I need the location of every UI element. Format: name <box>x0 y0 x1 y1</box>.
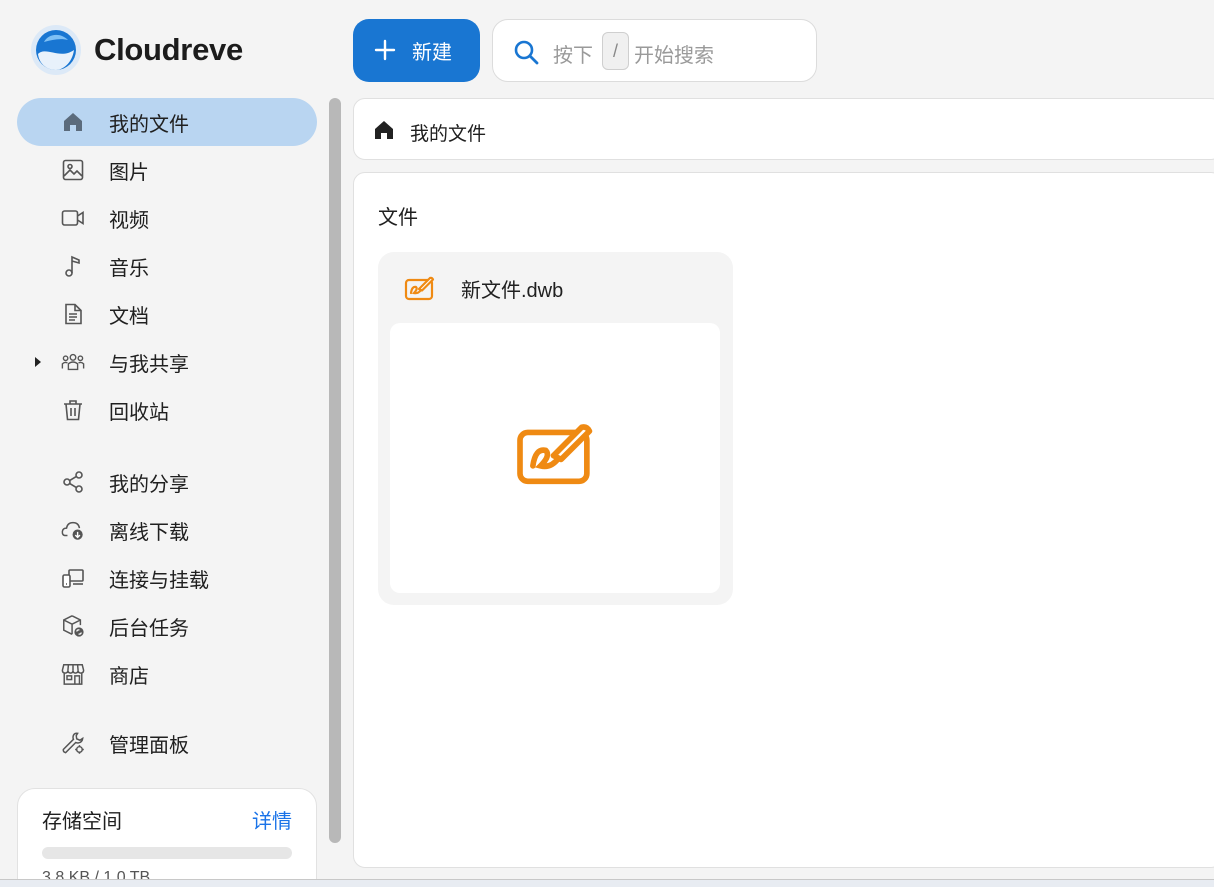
store-icon <box>61 662 85 686</box>
devices-icon <box>61 566 85 590</box>
sidebar-item-label: 视频 <box>109 209 149 232</box>
sidebar-item-label: 连接与挂载 <box>109 569 209 592</box>
sidebar-item-connect-mount[interactable]: 连接与挂载 <box>17 554 317 602</box>
search-shortcut-key: / <box>602 32 629 70</box>
sidebar-item-background-tasks[interactable]: 后台任务 <box>17 602 317 650</box>
sidebar-item-shared-with-me[interactable]: 与我共享 <box>17 338 317 386</box>
sidebar-item-label: 商店 <box>109 665 149 688</box>
app-logo[interactable]: Cloudreve <box>30 24 243 76</box>
sidebar-item-my-files[interactable]: 我的文件 <box>17 98 317 146</box>
sidebar-item-recycle-bin[interactable]: 回收站 <box>17 386 317 434</box>
image-icon <box>61 158 85 182</box>
home-icon <box>61 110 85 134</box>
search-hint-prefix: 按下 <box>553 45 593 67</box>
sidebar-item-offline-download[interactable]: 离线下载 <box>17 506 317 554</box>
sidebar-item-label: 离线下载 <box>109 521 189 544</box>
sidebar-item-label: 文档 <box>109 305 149 328</box>
sidebar-item-label: 图片 <box>109 161 149 184</box>
search-icon <box>514 40 539 65</box>
storage-details-link[interactable]: 详情 <box>252 805 292 834</box>
expand-caret-icon[interactable] <box>35 357 41 367</box>
sidebar-scrollbar[interactable] <box>329 98 341 843</box>
sidebar: 我的文件 图片 视频 音乐 文档 与我共享 回收站 我的分享 离线下载 连接与挂… <box>0 96 340 887</box>
music-icon <box>61 254 85 278</box>
file-name: 新文件.dwb <box>461 280 564 302</box>
document-icon <box>61 302 85 326</box>
sidebar-item-label: 音乐 <box>109 257 149 280</box>
video-icon <box>61 206 85 230</box>
app-name: Cloudreve <box>94 32 243 67</box>
cloudreve-logo-icon <box>31 25 81 75</box>
sidebar-item-label: 管理面板 <box>109 734 189 757</box>
sidebar-item-store[interactable]: 商店 <box>17 650 317 698</box>
breadcrumb: 我的文件 <box>353 98 1214 160</box>
wrench-icon <box>61 731 85 755</box>
sidebar-item-documents[interactable]: 文档 <box>17 290 317 338</box>
whiteboard-icon <box>517 424 593 485</box>
file-card[interactable]: 新文件.dwb <box>378 252 733 605</box>
people-icon <box>61 350 85 374</box>
sidebar-item-images[interactable]: 图片 <box>17 146 317 194</box>
section-title-files: 文件 <box>378 207 418 229</box>
search-hint-suffix: 开始搜索 <box>634 45 714 67</box>
search-box[interactable]: 按下 / 开始搜索 <box>492 19 817 82</box>
storage-progress-bar <box>42 847 292 859</box>
sidebar-item-label: 回收站 <box>109 401 169 424</box>
storage-card: 存储空间 详情 3.8 KB / 1.0 TB <box>17 788 317 887</box>
sidebar-item-music[interactable]: 音乐 <box>17 242 317 290</box>
sidebar-item-admin-panel[interactable]: 管理面板 <box>17 719 317 767</box>
cloud-download-icon <box>61 518 85 542</box>
plus-icon <box>374 39 396 61</box>
sidebar-item-my-shares[interactable]: 我的分享 <box>17 458 317 506</box>
storage-title: 存储空间 <box>42 811 122 833</box>
sidebar-item-label: 我的文件 <box>109 113 189 136</box>
home-icon[interactable] <box>372 118 396 142</box>
new-button[interactable]: 新建 <box>353 19 480 82</box>
window-bottom-edge <box>0 879 1214 887</box>
whiteboard-icon <box>404 276 435 301</box>
new-button-label: 新建 <box>412 42 452 64</box>
file-thumbnail <box>390 323 720 593</box>
share-icon <box>61 470 85 494</box>
sidebar-item-videos[interactable]: 视频 <box>17 194 317 242</box>
sidebar-item-label: 后台任务 <box>109 617 189 640</box>
breadcrumb-item-my-files[interactable]: 我的文件 <box>410 119 486 146</box>
task-box-icon <box>61 614 85 638</box>
file-browser: 文件 新文件.dwb <box>353 172 1214 868</box>
sidebar-item-label: 我的分享 <box>109 473 189 496</box>
sidebar-item-label: 与我共享 <box>109 353 189 376</box>
trash-icon <box>61 398 85 422</box>
